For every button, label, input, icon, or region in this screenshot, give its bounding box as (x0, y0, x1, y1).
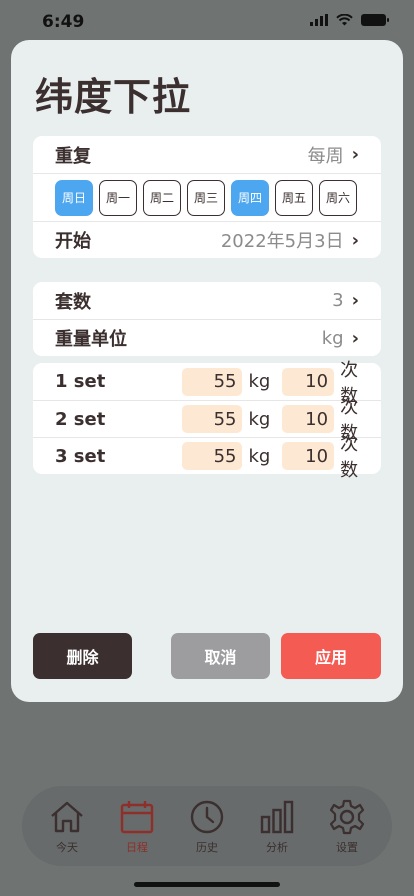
exercise-settings-sheet: 纬度下拉 重复 每周 › 周日 周一 周二 周三 周四 周五 周六 开始 202… (11, 40, 403, 702)
sets-count-row[interactable]: 套数 3 › (33, 282, 381, 319)
start-label: 开始 (55, 231, 91, 252)
day-mon[interactable]: 周一 (99, 179, 137, 216)
start-date-value: 2022年5月3日 (220, 231, 344, 252)
set-label: 1 set (55, 371, 106, 392)
battery-icon (361, 14, 389, 26)
set-label: 3 set (55, 445, 106, 467)
status-bar: 6:49 (0, 0, 414, 44)
day-sun[interactable]: 周日 (55, 179, 93, 216)
chevron-right-icon: › (351, 144, 359, 165)
sets-detail-card: 1 set 55 kg 10 次数 2 set 55 kg 10 次数 3 se… (33, 360, 381, 481)
set-reps-input[interactable]: 10 (282, 405, 335, 433)
weekday-selector: 周日 周一 周二 周三 周四 周五 周六 (33, 173, 381, 221)
tab-settings[interactable]: 设置 (316, 797, 378, 855)
repeat-row[interactable]: 重复 每周 › (33, 136, 381, 173)
sets-count-label: 套数 (55, 291, 91, 313)
weight-unit-label: 重量单位 (55, 329, 127, 350)
repeat-value: 每周 (307, 145, 344, 167)
day-sat[interactable]: 周六 (319, 179, 357, 216)
set-reps-input[interactable]: 10 (282, 367, 335, 396)
apply-button[interactable]: 应用 (281, 633, 381, 679)
tab-analysis-label: 分析 (266, 841, 288, 854)
set-weight-unit: kg (248, 408, 271, 430)
day-tue[interactable]: 周二 (143, 179, 181, 216)
tab-bar: 今天 日程 历史 分析 设置 (22, 786, 392, 866)
tab-analysis[interactable]: 分析 (246, 797, 308, 855)
signal-icon (310, 14, 328, 26)
set-weight-input[interactable]: 55 (181, 405, 243, 433)
tab-today-label: 今天 (56, 841, 78, 854)
tab-today[interactable]: 今天 (36, 797, 98, 855)
day-fri[interactable]: 周五 (275, 179, 313, 216)
exercise-title: 纬度下拉 (35, 75, 192, 119)
status-time: 6:49 (42, 12, 85, 32)
day-thu[interactable]: 周四 (231, 179, 269, 216)
set-row: 1 set 55 kg 10 次数 (33, 360, 381, 407)
calendar-icon (120, 801, 154, 834)
sets-config-card: 套数 3 › 重量单位 kg › (33, 282, 381, 356)
chevron-right-icon: › (351, 229, 359, 251)
set-weight-unit: kg (248, 371, 271, 392)
tab-history[interactable]: 历史 (176, 797, 238, 855)
set-reps-unit: 次数 (340, 434, 359, 481)
cancel-button[interactable]: 取消 (171, 633, 270, 679)
chevron-right-icon: › (351, 327, 359, 349)
set-reps-input[interactable]: 10 (282, 442, 335, 470)
tab-settings-label: 设置 (336, 841, 358, 854)
set-weight-input[interactable]: 55 (181, 367, 243, 396)
set-row: 2 set 55 kg 10 次数 (33, 397, 381, 444)
tab-history-label: 历史 (196, 841, 218, 854)
tab-schedule-label: 日程 (126, 841, 148, 854)
bar-chart-icon (260, 800, 294, 834)
gear-icon (329, 799, 365, 835)
schedule-card: 重复 每周 › 周日 周一 周二 周三 周四 周五 周六 开始 2022年5月3… (33, 136, 381, 258)
repeat-label: 重复 (55, 145, 91, 167)
day-wed[interactable]: 周三 (187, 179, 225, 216)
set-weight-input[interactable]: 55 (181, 442, 243, 470)
sets-count-value: 3 (332, 290, 344, 311)
set-label: 2 set (55, 408, 106, 430)
start-row[interactable]: 开始 2022年5月3日 › (33, 221, 381, 258)
home-indicator[interactable] (134, 882, 280, 887)
chevron-right-icon: › (351, 290, 359, 311)
wifi-icon (336, 14, 353, 26)
set-weight-unit: kg (248, 445, 271, 467)
weight-unit-row[interactable]: 重量单位 kg › (33, 319, 381, 356)
weight-unit-value: kg (321, 327, 344, 349)
set-row: 3 set 55 kg 10 次数 (33, 434, 381, 481)
tab-schedule[interactable]: 日程 (106, 797, 168, 855)
status-icons (310, 14, 389, 26)
clock-icon (190, 800, 224, 834)
home-icon (51, 801, 83, 833)
delete-button[interactable]: 删除 (33, 633, 132, 679)
